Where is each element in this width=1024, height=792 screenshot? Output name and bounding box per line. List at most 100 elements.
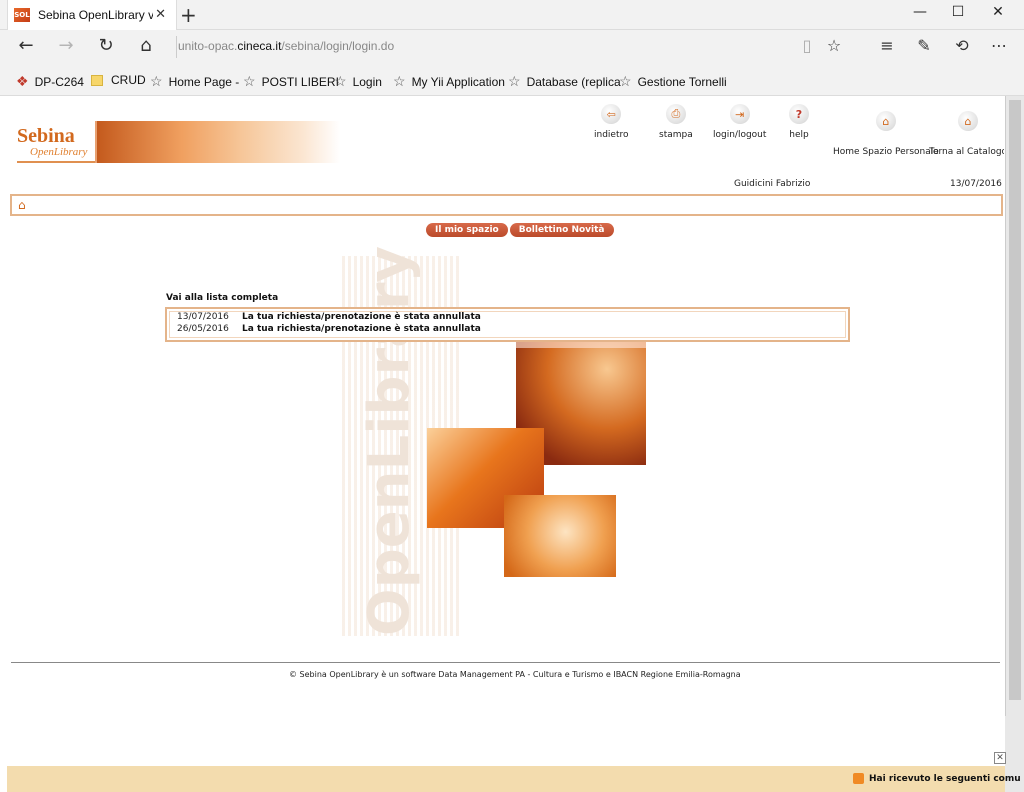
browser-tab[interactable]: SOL Sebina OpenLibrary v.3. ✕ — [7, 0, 177, 30]
login-icon: ⇥ — [729, 104, 750, 124]
current-date: 13/07/2016 — [950, 179, 1002, 189]
tab-close-icon[interactable]: ✕ — [155, 7, 166, 22]
star-icon: ☆ — [150, 73, 163, 89]
favorites-bar: ❖ DP-C264 CRUD ☆ Home Page - ☆ POSTI LIBERI… — [0, 64, 1024, 96]
favorite-label: Login — [352, 74, 382, 89]
logo-banner-image — [95, 121, 340, 163]
page-content: Sebina OpenLibrary ⇦ indietro ⎙ stampa ⇥… — [7, 96, 1004, 766]
favorite-database-replica[interactable]: ☆ Database (replica — [508, 73, 621, 90]
star-icon: ☆ — [393, 73, 406, 89]
refresh-icon[interactable]: ↻ — [94, 35, 118, 56]
close-window-icon[interactable]: ✕ — [988, 4, 1008, 20]
browser-window: SOL Sebina OpenLibrary v.3. ✕ + — ☐ ✕ ← … — [0, 0, 1024, 792]
footer-copyright: © Sebina OpenLibrary è un software Data … — [289, 670, 741, 679]
favorite-label: Gestione Tornelli — [637, 74, 727, 89]
minimize-icon[interactable]: — — [910, 4, 930, 20]
tab-il-mio-spazio[interactable]: Il mio spazio — [426, 223, 508, 237]
rss-icon — [853, 773, 864, 784]
notification-bar-message[interactable]: Hai ricevuto le seguenti comu — [853, 773, 1021, 784]
favorite-my-yii-application[interactable]: ☆ My Yii Application — [393, 73, 505, 90]
print-icon: ⎙ — [665, 104, 686, 124]
favorite-dp-c264[interactable]: ❖ DP-C264 — [16, 73, 84, 90]
watermark-text: OpenLibrary — [357, 245, 422, 636]
notification-bar-text: Hai ricevuto le seguenti comu — [869, 773, 1021, 784]
favorite-label: Database (replica — [526, 74, 621, 89]
notifications-list: 13/07/2016 La tua richiesta/prenotazione… — [165, 307, 850, 342]
toolbar-label: indietro — [594, 130, 629, 140]
url-prefix: unito-opac. — [178, 39, 238, 53]
footer-divider — [11, 662, 1000, 663]
forward-arrow-icon[interactable]: → — [54, 35, 78, 56]
torna-al-catalogo-link[interactable]: ⌂ Torna al Catalogo — [929, 111, 1004, 157]
more-icon[interactable]: ⋯ — [988, 36, 1010, 55]
logo-underline — [17, 161, 95, 163]
toolbar-login-logout-button[interactable]: ⇥ login/logout — [713, 104, 766, 140]
home-link-label: Home Spazio Personale — [833, 147, 939, 157]
toolbar-label: login/logout — [713, 130, 767, 140]
share-icon[interactable]: ⟲ — [951, 36, 973, 55]
favorite-label: CRUD — [111, 73, 146, 87]
favorite-label: My Yii Application — [411, 74, 505, 89]
home-link-label: Torna al Catalogo — [929, 147, 1004, 157]
full-list-link[interactable]: Vai alla lista completa — [166, 293, 278, 303]
star-icon: ☆ — [619, 73, 632, 89]
favorite-login[interactable]: ☆ Login — [334, 73, 382, 90]
user-name: Guidicini Fabrizio — [734, 179, 811, 189]
sebina-logo[interactable]: Sebina OpenLibrary — [10, 121, 340, 163]
favorite-label: POSTI LIBERI — [261, 74, 339, 89]
favorite-label: DP-C264 — [34, 74, 84, 89]
site-favicon-icon: SOL — [14, 8, 30, 22]
section-tabs: Il mio spazio Bollettino Novità — [426, 223, 614, 237]
favorite-crud[interactable]: CRUD — [91, 73, 146, 87]
home-spazio-personale-link[interactable]: ⌂ Home Spazio Personale — [833, 111, 939, 157]
favorite-home-page[interactable]: ☆ Home Page - — [150, 73, 239, 90]
home-icon: ⌂ — [958, 111, 979, 131]
reading-view-icon[interactable]: ▯ — [796, 36, 818, 55]
maximize-icon[interactable]: ☐ — [948, 4, 968, 20]
back-icon: ⇦ — [601, 104, 622, 124]
tab-bollettino-novita[interactable]: Bollettino Novità — [509, 223, 614, 237]
url-path: /sebina/login/login.do — [281, 39, 395, 53]
list-item[interactable]: 13/07/2016 La tua richiesta/prenotazione… — [177, 312, 481, 322]
favorite-star-icon[interactable]: ☆ — [823, 36, 845, 55]
url-field[interactable]: unito-opac.cineca.it/sebina/login/login.… — [178, 39, 394, 53]
home-icon: ⌂ — [875, 111, 896, 131]
star-icon: ☆ — [334, 73, 347, 89]
logo-subtitle: OpenLibrary — [30, 146, 88, 158]
back-arrow-icon[interactable]: ← — [14, 35, 38, 56]
url-domain: cineca.it — [237, 39, 282, 53]
star-icon: ☆ — [243, 73, 256, 89]
favorite-posti-liberi[interactable]: ☆ POSTI LIBERI — [243, 73, 339, 90]
new-tab-icon[interactable]: + — [180, 3, 197, 27]
decorative-image-3 — [504, 495, 616, 577]
toolbar-label: stampa — [659, 130, 693, 140]
address-bar: ← → ↻ ⌂ unito-opac.cineca.it/sebina/logi… — [0, 30, 1024, 64]
logo-title: Sebina — [17, 125, 75, 147]
toolbar-print-button[interactable]: ⎙ stampa — [659, 104, 693, 140]
home-icon[interactable]: ⌂ — [134, 35, 158, 56]
scroll-thumb[interactable] — [1009, 100, 1021, 700]
notification-message: La tua richiesta/prenotazione è stata an… — [242, 312, 481, 322]
favorite-gestione-tornelli[interactable]: ☆ Gestione Tornelli — [619, 73, 727, 90]
breadcrumb: ⌂ — [10, 194, 1003, 216]
site-icon: ❖ — [16, 73, 29, 89]
toolbar-back-button[interactable]: ⇦ indietro — [594, 104, 629, 140]
notification-date: 13/07/2016 — [177, 312, 229, 322]
tab-title: Sebina OpenLibrary v.3. — [38, 8, 153, 22]
notification-message: La tua richiesta/prenotazione è stata an… — [242, 324, 481, 334]
breadcrumb-home-icon[interactable]: ⌂ — [18, 198, 26, 212]
web-note-icon[interactable]: ✎ — [913, 36, 935, 55]
url-separator — [176, 36, 177, 58]
toolbar-label: help — [789, 130, 809, 140]
list-item[interactable]: 26/05/2016 La tua richiesta/prenotazione… — [177, 324, 481, 334]
title-bar: SOL Sebina OpenLibrary v.3. ✕ + — ☐ ✕ — [0, 0, 1024, 30]
help-icon: ? — [789, 104, 809, 124]
star-icon: ☆ — [508, 73, 521, 89]
favorite-label: Home Page - — [168, 74, 240, 89]
close-icon[interactable]: ✕ — [994, 752, 1006, 764]
page-scrollbar[interactable] — [1005, 96, 1024, 716]
notification-date: 26/05/2016 — [177, 324, 229, 334]
hub-icon[interactable]: ≡ — [876, 36, 898, 55]
folder-icon — [91, 74, 103, 86]
toolbar-help-button[interactable]: ? help — [789, 104, 809, 140]
